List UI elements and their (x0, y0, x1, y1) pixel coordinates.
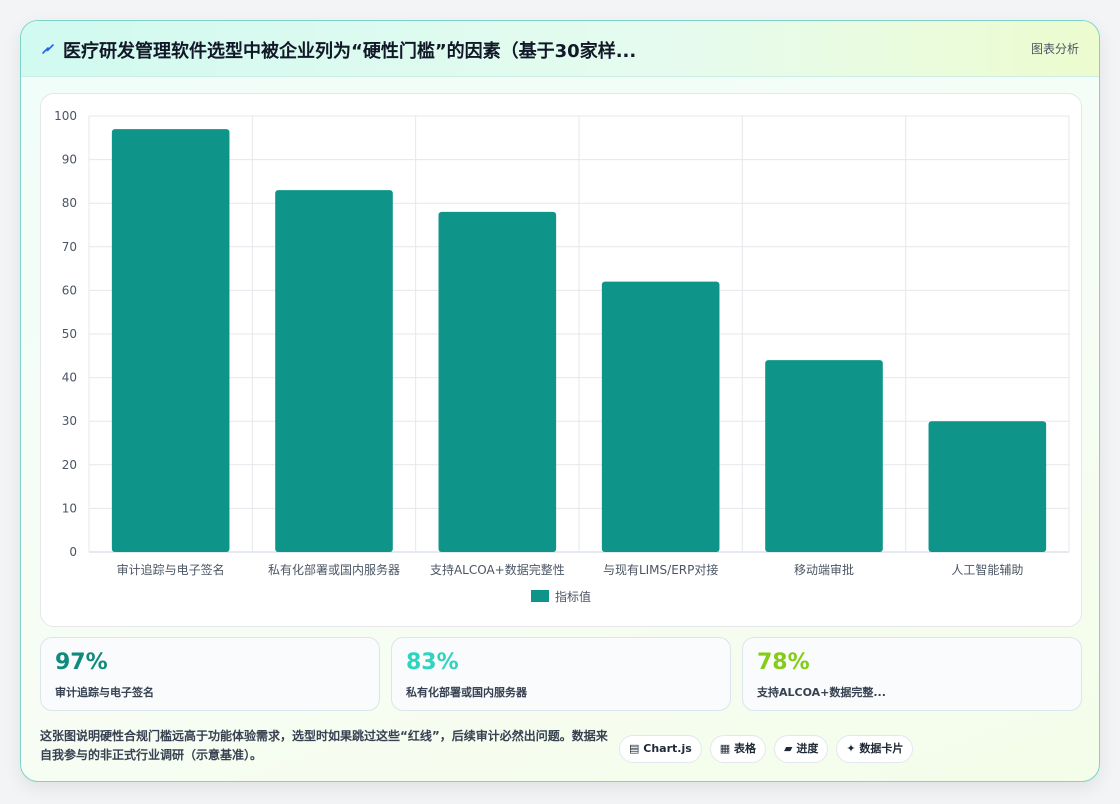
x-tick-label: 私有化部署或国内服务器 (268, 562, 400, 577)
chart-container: 0 10 20 30 40 50 60 70 80 90 100 审计追踪与电子签名 私有化部署或国内服… (40, 93, 1082, 627)
stat-card-1: 97% 审计追踪与电子签名 (40, 637, 380, 711)
bar (601, 281, 720, 552)
tag-data-card[interactable]: ✦ 数据卡片 (836, 735, 914, 763)
stat-value: 83% (406, 650, 459, 675)
y-tick-label: 0 (69, 545, 77, 559)
y-tick-label: 70 (62, 240, 77, 254)
stat-cards: 97% 审计追踪与电子签名 83% 私有化部署或国内服务器 78% 支持ALCO… (40, 637, 1082, 711)
tag-label: 表格 (734, 742, 757, 755)
tag-label: Chart.js (643, 742, 692, 755)
stat-label: 审计追踪与电子签名 (55, 686, 154, 699)
chart-description: 这张图说明硬性合规门槛远高于功能体验需求，选型时如果跳过这些“红线”，后续审计必… (40, 729, 608, 762)
bar (438, 211, 557, 553)
page-title: 医疗研发管理软件选型中被企业列为“硬性门槛”的因素（基于30家样... (63, 41, 637, 62)
y-tick-label: 20 (62, 458, 77, 472)
card-icon: ✦ (846, 742, 856, 755)
y-tick-label: 30 (62, 414, 77, 428)
chart-analysis-link[interactable]: 图表分析 (1031, 40, 1079, 57)
stat-label: 支持ALCOA+数据完整... (757, 686, 886, 699)
x-tick-label: 移动端审批 (794, 562, 854, 577)
legend-label: 指标值 (554, 590, 591, 604)
y-tick-label: 10 (62, 501, 77, 515)
tag-progress[interactable]: ▰ 进度 (774, 735, 829, 763)
stat-value: 97% (55, 650, 108, 675)
y-tick-label: 60 (62, 283, 77, 297)
bar (111, 129, 230, 552)
x-tick-label: 支持ALCOA+数据完整性 (430, 562, 565, 577)
card-header: 医疗研发管理软件选型中被企业列为“硬性门槛”的因素（基于30家样... 图表分析 (21, 21, 1099, 77)
table-icon: ▦ (719, 742, 731, 755)
chart-card: 医疗研发管理软件选型中被企业列为“硬性门槛”的因素（基于30家样... 图表分析… (20, 20, 1100, 782)
bar (928, 421, 1047, 552)
y-tick-label: 50 (62, 327, 77, 341)
tag-chartjs[interactable]: ▤ Chart.js (619, 735, 702, 763)
stat-value: 78% (757, 650, 810, 675)
bar (765, 360, 883, 552)
y-tick-label: 80 (62, 196, 77, 210)
tag-table[interactable]: ▦ 表格 (709, 735, 767, 763)
progress-icon: ▰ (784, 742, 793, 755)
bar (275, 190, 393, 552)
tag-label: 进度 (796, 742, 819, 755)
stat-label: 私有化部署或国内服务器 (406, 686, 527, 699)
x-tick-label: 人工智能辅助 (951, 562, 1023, 577)
chart-icon: ▤ (629, 742, 640, 755)
x-tick-label: 审计追踪与电子签名 (117, 562, 225, 577)
tag-label: 数据卡片 (859, 742, 904, 755)
y-tick-label: 90 (62, 153, 77, 167)
stat-card-2: 83% 私有化部署或国内服务器 (391, 637, 731, 711)
chart-legend[interactable]: 指标值 (41, 588, 1081, 605)
y-tick-label: 40 (62, 371, 77, 385)
x-tick-label: 与现有LIMS/ERP对接 (603, 562, 718, 577)
stat-card-3: 78% 支持ALCOA+数据完整... (742, 637, 1082, 711)
feature-tags: ▤ Chart.js ▦ 表格 ▰ 进度 ✦ 数据卡片 (619, 735, 921, 763)
legend-swatch (530, 590, 549, 602)
bar-chart: 0 10 20 30 40 50 60 70 80 90 100 审计追踪与电子签名 私有化部署或国内服… (54, 109, 1070, 577)
y-tick-label: 100 (54, 109, 77, 123)
lightning-icon (42, 44, 54, 54)
